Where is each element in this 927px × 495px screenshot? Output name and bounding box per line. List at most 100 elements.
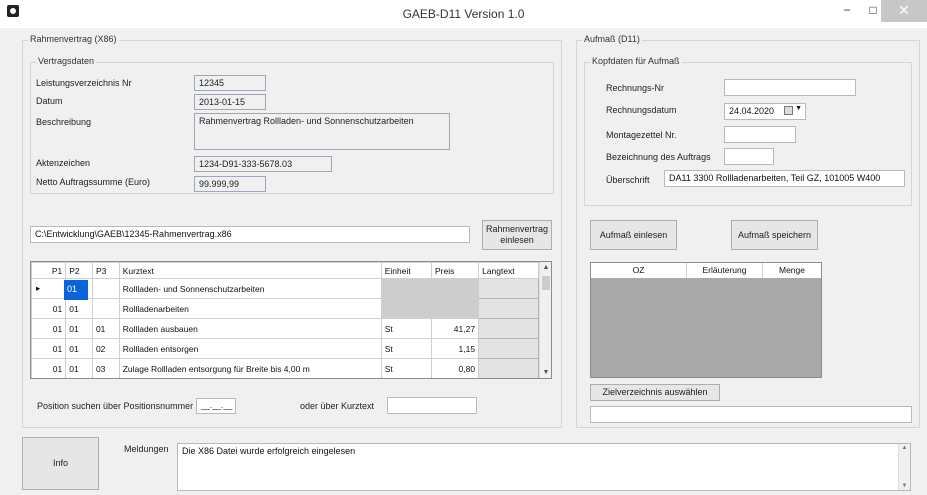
- zielverzeichnis-button[interactable]: Zielverzeichnis auswählen: [590, 384, 720, 401]
- langtext-button[interactable]: [478, 278, 539, 299]
- scroll-down-icon[interactable]: ▼: [540, 369, 551, 376]
- ueberschrift-input[interactable]: DA11 3300 Rollladenarbeiten, Teil GZ, 10…: [664, 170, 905, 187]
- close-button[interactable]: ✕: [881, 0, 927, 22]
- cell-kurztext[interactable]: Rollladen- und Sonnenschutzarbeiten: [118, 278, 382, 299]
- montagezettel-input[interactable]: [724, 126, 796, 143]
- positions-grid[interactable]: P1 P2 P3 Kurztext Einheit Preis Langtext…: [30, 261, 552, 379]
- cell-p3[interactable]: 01: [91, 318, 120, 339]
- row-indicator-icon: ▸: [36, 283, 41, 293]
- meldungen-scrollbar[interactable]: ▲ ▼: [898, 444, 910, 490]
- aufmass-header-erlaeuterung[interactable]: Erläuterung: [687, 263, 763, 278]
- scroll-up-icon[interactable]: ▲: [899, 445, 910, 451]
- cell-p1[interactable]: 01: [31, 358, 67, 378]
- cell-preis[interactable]: 0,80: [430, 358, 480, 378]
- cell-einheit[interactable]: [380, 298, 433, 319]
- cell-kurztext[interactable]: Rollladenarbeiten: [118, 298, 382, 319]
- search-pos-input[interactable]: __.__.__: [196, 398, 236, 414]
- cell-p3[interactable]: [91, 278, 120, 299]
- meldungen-label: Meldungen: [124, 444, 169, 454]
- meldungen-text: Die X86 Datei wurde erfolgreich eingeles…: [182, 446, 356, 456]
- lv-nr-label: Leistungsverzeichnis Nr: [36, 78, 132, 88]
- cell-einheit[interactable]: [380, 278, 433, 299]
- lv-nr-field: 12345: [194, 75, 266, 91]
- table-row[interactable]: ▸ Rollladen- und Sonnenschutzarbeiten: [31, 278, 539, 299]
- ueberschrift-label: Überschrift: [606, 175, 650, 185]
- cell-p2[interactable]: 01: [65, 298, 93, 319]
- auftrag-input[interactable]: [724, 148, 774, 165]
- table-row[interactable]: 01 01 02 Rollladen entsorgen St 1,15: [31, 338, 539, 359]
- scroll-thumb[interactable]: [542, 276, 550, 290]
- cell-preis[interactable]: [430, 278, 480, 299]
- cell-p3[interactable]: [91, 298, 120, 319]
- rahmenvertrag-legend: Rahmenvertrag (X86): [28, 34, 119, 44]
- search-kurz-label: oder über Kurztext: [300, 401, 375, 411]
- aufmass-grid[interactable]: OZ Erläuterung Menge: [590, 262, 822, 378]
- scroll-down-icon[interactable]: ▼: [899, 483, 910, 489]
- vertragsdaten-legend: Vertragsdaten: [36, 56, 97, 66]
- meldungen-field: Die X86 Datei wurde erfolgreich eingeles…: [177, 443, 911, 491]
- cell-preis[interactable]: 1,15: [430, 338, 480, 359]
- grid-scrollbar[interactable]: ▲ ▼: [539, 262, 551, 378]
- table-row[interactable]: 01 01 Rollladenarbeiten: [31, 298, 539, 319]
- cell-p2[interactable]: 01: [65, 318, 93, 339]
- grid-header-kurztext[interactable]: Kurztext: [118, 262, 382, 279]
- cell-kurztext[interactable]: Rollladen ausbauen: [118, 318, 382, 339]
- info-button[interactable]: Info: [22, 437, 99, 490]
- langtext-button[interactable]: [478, 318, 539, 339]
- cell-p2[interactable]: 01: [65, 358, 93, 378]
- table-row[interactable]: 01 01 03 Zulage Rollladen entsorgung für…: [31, 358, 539, 378]
- rechnung-datum-label: Rechnungsdatum: [606, 105, 677, 115]
- cell-p1[interactable]: 01: [31, 338, 67, 359]
- selected-cell-p1[interactable]: 01: [64, 280, 88, 300]
- calendar-icon[interactable]: [784, 106, 793, 115]
- cell-einheit[interactable]: St: [380, 338, 433, 359]
- rechnung-nr-label: Rechnungs-Nr: [606, 83, 665, 93]
- grid-header-p1[interactable]: P1: [31, 262, 67, 279]
- datum-field: 2013-01-15: [194, 94, 266, 110]
- langtext-button[interactable]: [478, 358, 539, 378]
- minimize-button[interactable]: −: [836, 0, 858, 22]
- rechnung-nr-input[interactable]: [724, 79, 856, 96]
- grid-header-preis[interactable]: Preis: [430, 262, 480, 279]
- search-pos-label: Position suchen über Positionsnummer: [37, 401, 194, 411]
- cell-p1[interactable]: 01: [31, 318, 67, 339]
- netto-label: Netto Auftragssumme (Euro): [36, 177, 151, 187]
- file-path-field[interactable]: C:\Entwicklung\GAEB\12345-Rahmenvertrag.…: [30, 226, 470, 243]
- search-kurz-input[interactable]: [387, 397, 477, 414]
- cell-p1[interactable]: 01: [31, 298, 67, 319]
- cell-p3[interactable]: 03: [91, 358, 120, 378]
- zielverzeichnis-field[interactable]: [590, 406, 912, 423]
- langtext-button[interactable]: [478, 338, 539, 359]
- netto-field: 99.999,99: [194, 176, 266, 192]
- aktenzeichen-label: Aktenzeichen: [36, 158, 91, 168]
- title-bar: GAEB-D11 Version 1.0 − □ ✕: [0, 0, 927, 28]
- langtext-button[interactable]: [478, 298, 539, 319]
- scroll-up-icon[interactable]: ▲: [540, 264, 551, 271]
- rahmenvertrag-einlesen-button[interactable]: Rahmenvertrag einlesen: [482, 220, 552, 250]
- cell-kurztext[interactable]: Zulage Rollladen entsorgung für Breite b…: [118, 358, 382, 378]
- cell-p2[interactable]: 01: [65, 338, 93, 359]
- beschreibung-label: Beschreibung: [36, 117, 92, 127]
- aufmass-legend: Aufmaß (D11): [582, 34, 642, 44]
- grid-header-row: P1 P2 P3 Kurztext Einheit Preis Langtext: [31, 262, 539, 279]
- cell-preis[interactable]: 41,27: [430, 318, 480, 339]
- grid-header-einheit[interactable]: Einheit: [380, 262, 433, 279]
- cell-einheit[interactable]: St: [380, 318, 433, 339]
- aufmass-einlesen-button[interactable]: Aufmaß einlesen: [590, 220, 677, 250]
- beschreibung-field: Rahmenvertrag Rollladen- und Sonnenschut…: [194, 113, 450, 150]
- grid-header-langtext[interactable]: Langtext: [478, 262, 539, 279]
- chevron-down-icon[interactable]: ▼: [795, 105, 802, 112]
- grid-header-p3[interactable]: P3: [91, 262, 120, 279]
- cell-kurztext[interactable]: Rollladen entsorgen: [118, 338, 382, 359]
- grid-header-p2[interactable]: P2: [65, 262, 93, 279]
- window-title: GAEB-D11 Version 1.0: [402, 7, 525, 21]
- aufmass-speichern-button[interactable]: Aufmaß speichern: [731, 220, 818, 250]
- cell-preis[interactable]: [430, 298, 480, 319]
- datum-label: Datum: [36, 96, 63, 106]
- cell-einheit[interactable]: St: [380, 358, 433, 378]
- rechnung-datum-picker[interactable]: 24.04.2020 ▼: [724, 103, 806, 120]
- table-row[interactable]: 01 01 01 Rollladen ausbauen St 41,27: [31, 318, 539, 339]
- aufmass-header-menge[interactable]: Menge: [763, 263, 821, 278]
- cell-p3[interactable]: 02: [91, 338, 120, 359]
- aufmass-header-oz[interactable]: OZ: [591, 263, 687, 278]
